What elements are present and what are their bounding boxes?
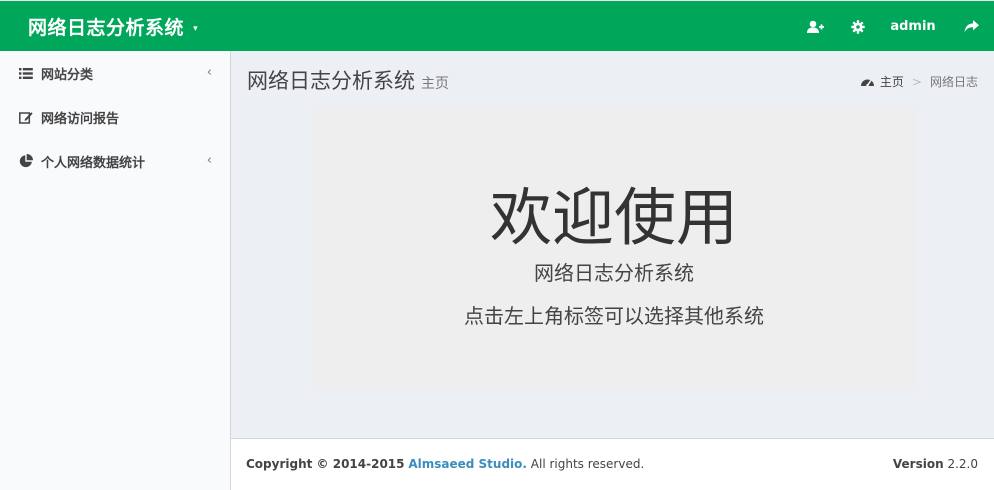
brand-dropdown[interactable]: 网络日志分析系统 ▾ [28,13,198,40]
welcome-title: 欢迎使用 [489,181,738,254]
breadcrumb: 主页 > 网络日志 [860,73,978,90]
user-plus-icon [806,20,824,33]
sidebar-item-label: 网站分类 [41,67,94,83]
sidebar-item-network-report[interactable]: 网络访问报告 [0,95,230,139]
version: Version 2.2.0 [893,457,978,471]
sidebar-item-personal-stats[interactable]: 个人网络数据统计 ‹ [0,139,230,183]
page-title: 网络日志分析系统 主页 [247,65,449,95]
gear-icon [851,19,865,34]
caret-down-icon: ▾ [193,23,199,34]
page-title-text: 网络日志分析系统 [247,69,415,93]
list-icon [18,66,34,80]
share-button[interactable] [948,1,994,52]
sidebar: 网站分类 ‹ 网络访问报告 个人网络数据统计 ‹ [0,51,231,490]
welcome-hint: 点击左上角标签可以选择其他系统 [464,304,764,328]
footer: Copyright © 2014-2015 Almsaeed Studio. A… [231,438,994,490]
sidebar-item-label: 个人网络数据统计 [41,155,146,171]
breadcrumb-home[interactable]: 主页 [860,73,904,90]
version-label: Version [892,457,944,471]
top-navbar: 网络日志分析系统 ▾ admin [0,0,994,51]
pie-chart-icon [18,154,34,168]
share-icon [964,20,979,33]
welcome-subtitle: 网络日志分析系统 [534,261,694,285]
add-user-button[interactable] [792,1,838,52]
chevron-left-icon: ‹ [206,65,212,80]
studio-link[interactable]: Almsaeed Studio. [408,457,527,471]
dashboard-icon [860,79,874,87]
user-menu[interactable]: admin [878,1,948,52]
breadcrumb-home-label: 主页 [879,75,904,89]
sidebar-item-website-category[interactable]: 网站分类 ‹ [0,51,230,95]
breadcrumb-current: 网络日志 [929,75,978,89]
breadcrumb-separator: > [911,74,922,89]
brand-title: 网络日志分析系统 [28,17,185,39]
copyright-prefix: Copyright © 2014-2015 [246,457,405,471]
top-nav-menu: admin [792,1,994,52]
rights-text: All rights reserved. [530,457,645,471]
version-number: 2.2.0 [947,457,978,471]
page-subtitle: 主页 [421,76,449,92]
edit-icon [18,110,34,124]
chevron-left-icon: ‹ [206,153,212,168]
copyright: Copyright © 2014-2015 Almsaeed Studio. A… [246,457,644,471]
welcome-panel: 欢迎使用 网络日志分析系统 点击左上角标签可以选择其他系统 [313,107,915,390]
sidebar-item-label: 网络访问报告 [41,111,120,127]
content-header: 网络日志分析系统 主页 主页 > 网络日志 [231,51,994,107]
settings-button[interactable] [838,1,878,52]
